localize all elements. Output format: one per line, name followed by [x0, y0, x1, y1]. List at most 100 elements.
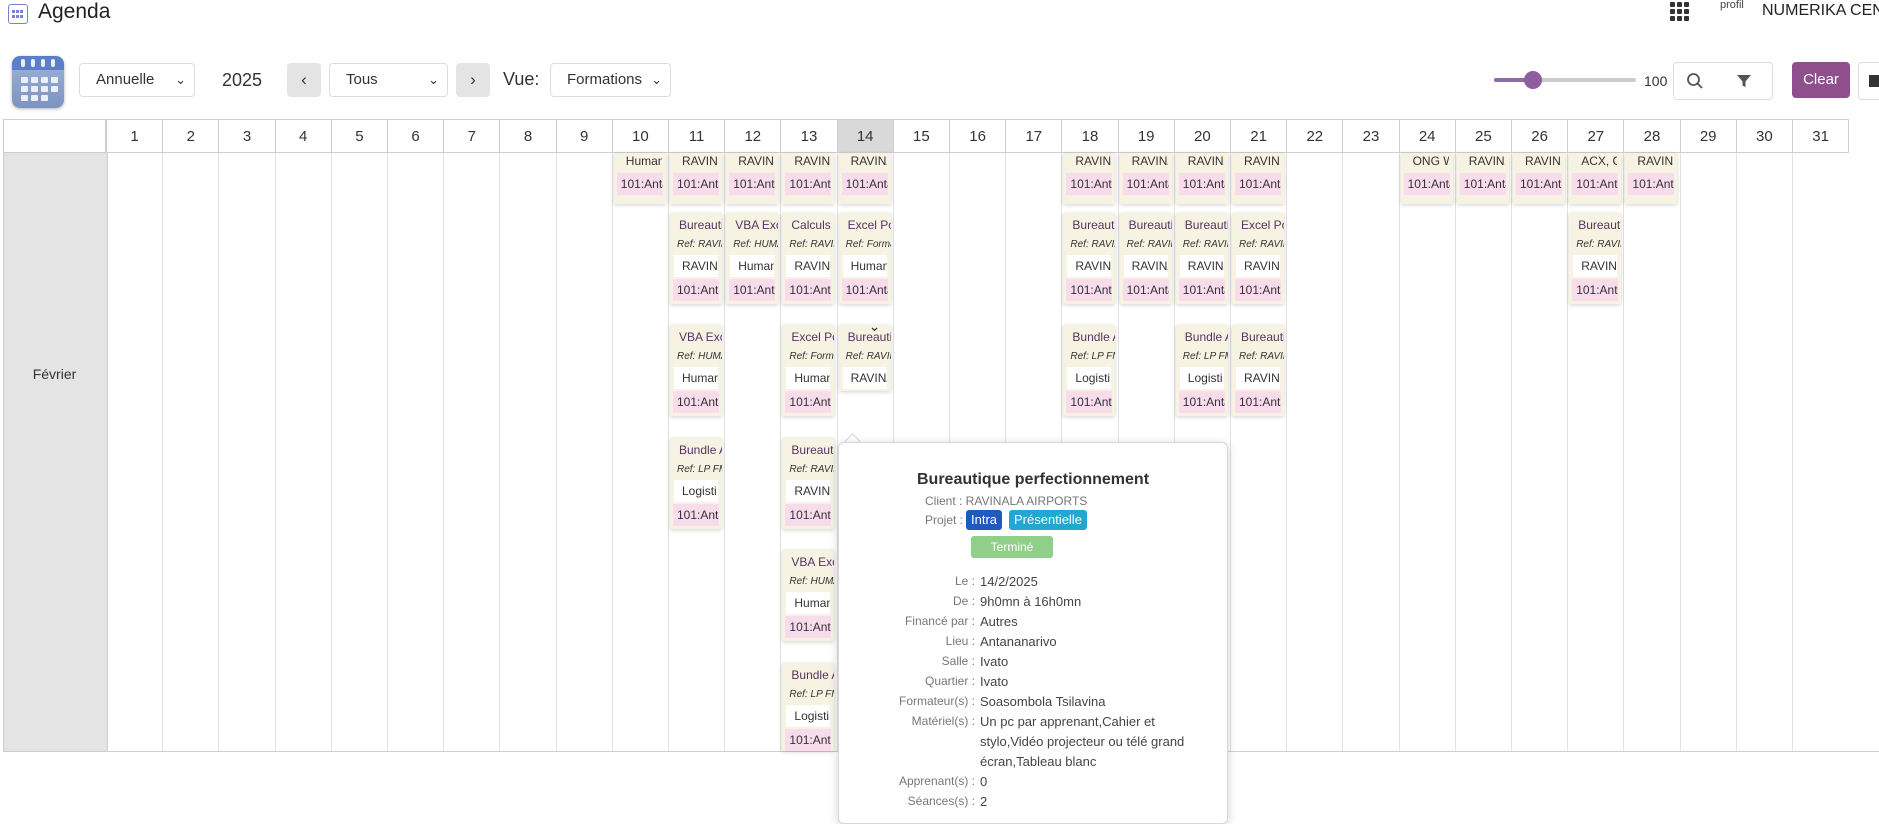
event-title: Bureauti	[791, 443, 835, 457]
zoom-slider-handle[interactable]	[1524, 71, 1542, 89]
event-card[interactable]: RAVINA 101:Anta	[1232, 153, 1284, 204]
event-card[interactable]: Bundle A Ref: LP FM Logisti101:Anta	[1063, 325, 1116, 416]
event-location: 101:Anta	[729, 173, 776, 195]
day-header-4[interactable]: 4	[274, 119, 332, 153]
day-header-19[interactable]: 19	[1117, 119, 1175, 153]
event-card[interactable]: RAVINA 101:Anta	[1175, 153, 1228, 204]
event-card[interactable]: Bureauti Ref: RAVIN RAVINA101:Anta	[1119, 213, 1172, 304]
day-header-8[interactable]: 8	[499, 119, 557, 153]
prev-button[interactable]: ‹	[287, 63, 321, 97]
day-header-16[interactable]: 16	[949, 119, 1007, 153]
day-header-17[interactable]: 17	[1005, 119, 1063, 153]
day-header-20[interactable]: 20	[1173, 119, 1231, 153]
clear-button[interactable]: Clear	[1792, 62, 1850, 98]
event-location: 101:Anta	[729, 279, 776, 301]
month-column	[3, 153, 108, 751]
day-header-2[interactable]: 2	[162, 119, 220, 153]
day-column-line	[330, 153, 332, 751]
filter-icon[interactable]	[1736, 73, 1752, 89]
event-card[interactable]: VBA Exc Ref: HUMA Human101:Anta	[782, 550, 835, 641]
day-header-13[interactable]: 13	[780, 119, 838, 153]
avatar[interactable]: profil	[1720, 0, 1750, 26]
event-card[interactable]: RAVINA 101:Anta	[670, 153, 722, 204]
export-button[interactable]	[1858, 62, 1879, 100]
event-title: Bundle A	[791, 668, 834, 682]
day-header-12[interactable]: 12	[724, 119, 782, 153]
event-location: 101:Anta	[616, 173, 663, 195]
event-card[interactable]: Bundle A Ref: LP FM Logisti101:Anta	[1175, 325, 1228, 416]
event-card[interactable]: Bureauti Ref: RAVIN RAVINA101:Anta	[1569, 213, 1622, 304]
day-header-10[interactable]: 10	[611, 119, 669, 153]
next-button[interactable]: ›	[456, 63, 490, 97]
event-client: Logisti	[786, 705, 831, 727]
event-ref: Ref: RAVIN	[789, 464, 834, 475]
calendar-icon[interactable]	[12, 56, 64, 108]
event-card[interactable]: Excel Po Ref: Forma Human101:Anta	[838, 213, 891, 304]
day-header-1[interactable]: 1	[106, 119, 164, 153]
apps-grid-icon[interactable]	[1670, 2, 1690, 22]
event-card[interactable]: RAVINA 101:Anta	[1119, 153, 1172, 204]
day-header-21[interactable]: 21	[1230, 119, 1288, 153]
day-header-30[interactable]: 30	[1735, 119, 1793, 153]
event-card[interactable]: Bureauti Ref: RAVIN RAVINA	[838, 325, 891, 391]
event-card[interactable]: RAVINA 101:Anta	[1625, 153, 1678, 204]
event-client: RAVINA	[842, 367, 887, 389]
period-select[interactable]: Annuelle ⌄	[79, 63, 195, 97]
event-card[interactable]: Calculs e Ref: RAVIN RAVINA101:Anta	[782, 213, 835, 304]
day-header-6[interactable]: 6	[387, 119, 445, 153]
event-card[interactable]: Bureauti Ref: RAVIN RAVINA101:Anta	[1232, 325, 1284, 416]
event-card[interactable]: VBA Exc Ref: HUMA Human101:Anta	[726, 213, 779, 304]
day-header-25[interactable]: 25	[1454, 119, 1512, 153]
event-card[interactable]: Bundle A Ref: LP FM Logisti101:Anta	[670, 438, 722, 529]
event-card[interactable]: RAVINA 101:Anta	[1456, 153, 1509, 204]
event-card[interactable]: Excel Po Ref: RAVIN RAVINA101:Anta	[1232, 213, 1284, 304]
event-card[interactable]: RAVINA 101:Anta	[726, 153, 779, 204]
day-header-15[interactable]: 15	[892, 119, 950, 153]
day-header-27[interactable]: 27	[1567, 119, 1625, 153]
day-header-28[interactable]: 28	[1623, 119, 1681, 153]
event-location: 101:Anta	[1178, 279, 1225, 301]
year-label: 2025	[222, 70, 263, 90]
event-card[interactable]: Bureauti Ref: RAVIN RAVINA101:Anta	[670, 213, 722, 304]
day-header-26[interactable]: 26	[1511, 119, 1569, 153]
day-header-3[interactable]: 3	[218, 119, 276, 153]
vue-select[interactable]: Formations ⌄	[550, 63, 671, 97]
event-ref: Ref: LP FM	[1070, 351, 1115, 362]
event-card[interactable]: ACX, C 101:Anta	[1569, 153, 1622, 204]
detail-value: Autres	[980, 614, 1018, 629]
day-header-29[interactable]: 29	[1679, 119, 1737, 153]
event-card[interactable]: Bundle A Ref: LP FM Logisti101:Anta	[782, 663, 835, 751]
detail-label: Le :	[954, 574, 975, 588]
company-name[interactable]: NUMERIKA CENTER	[1762, 2, 1879, 20]
event-card[interactable]: Bureauti Ref: RAVIN RAVINA101:Anta	[1063, 213, 1116, 304]
event-card[interactable]: RAVINA 101:Anta	[1063, 153, 1116, 204]
day-header-7[interactable]: 7	[443, 119, 501, 153]
event-card[interactable]: RAVINA 101:Anta	[1513, 153, 1565, 204]
event-location: 101:Anta	[785, 616, 832, 638]
day-header-22[interactable]: 22	[1286, 119, 1344, 153]
event-card[interactable]: RAVINA 101:Anta	[838, 153, 891, 204]
event-card[interactable]: Human 101:Anta	[613, 153, 666, 204]
day-header-5[interactable]: 5	[330, 119, 388, 153]
day-header-9[interactable]: 9	[555, 119, 613, 153]
event-card[interactable]: ONG W 101:Anta	[1400, 153, 1453, 204]
event-card[interactable]: VBA Exc Ref: HUMA Human101:Anta	[670, 325, 722, 416]
day-header-24[interactable]: 24	[1398, 119, 1456, 153]
search-filter-box[interactable]	[1673, 62, 1773, 100]
chevron-down-icon[interactable]: ⌄	[869, 318, 881, 335]
event-card[interactable]: Excel Po Ref: Forma Human101:Anta	[782, 325, 835, 416]
day-header-11[interactable]: 11	[668, 119, 726, 153]
event-title: Bureauti	[1184, 218, 1228, 232]
event-client: ONG W	[1412, 154, 1449, 168]
day-header-18[interactable]: 18	[1061, 119, 1119, 153]
day-header-14[interactable]: 14	[836, 119, 894, 153]
filter-select[interactable]: Tous ⌄	[329, 63, 448, 97]
event-card[interactable]: Bureauti Ref: RAVIN RAVINA101:Anta	[782, 438, 835, 529]
event-location: 101:Anta	[1628, 173, 1675, 195]
search-icon[interactable]	[1686, 72, 1704, 90]
day-header-31[interactable]: 31	[1792, 119, 1850, 153]
event-card[interactable]: Bureauti Ref: RAVIN RAVINA101:Anta	[1175, 213, 1228, 304]
day-header-23[interactable]: 23	[1342, 119, 1400, 153]
event-ref: Ref: LP FM	[677, 464, 722, 475]
event-card[interactable]: RAVINA 101:Anta	[782, 153, 835, 204]
